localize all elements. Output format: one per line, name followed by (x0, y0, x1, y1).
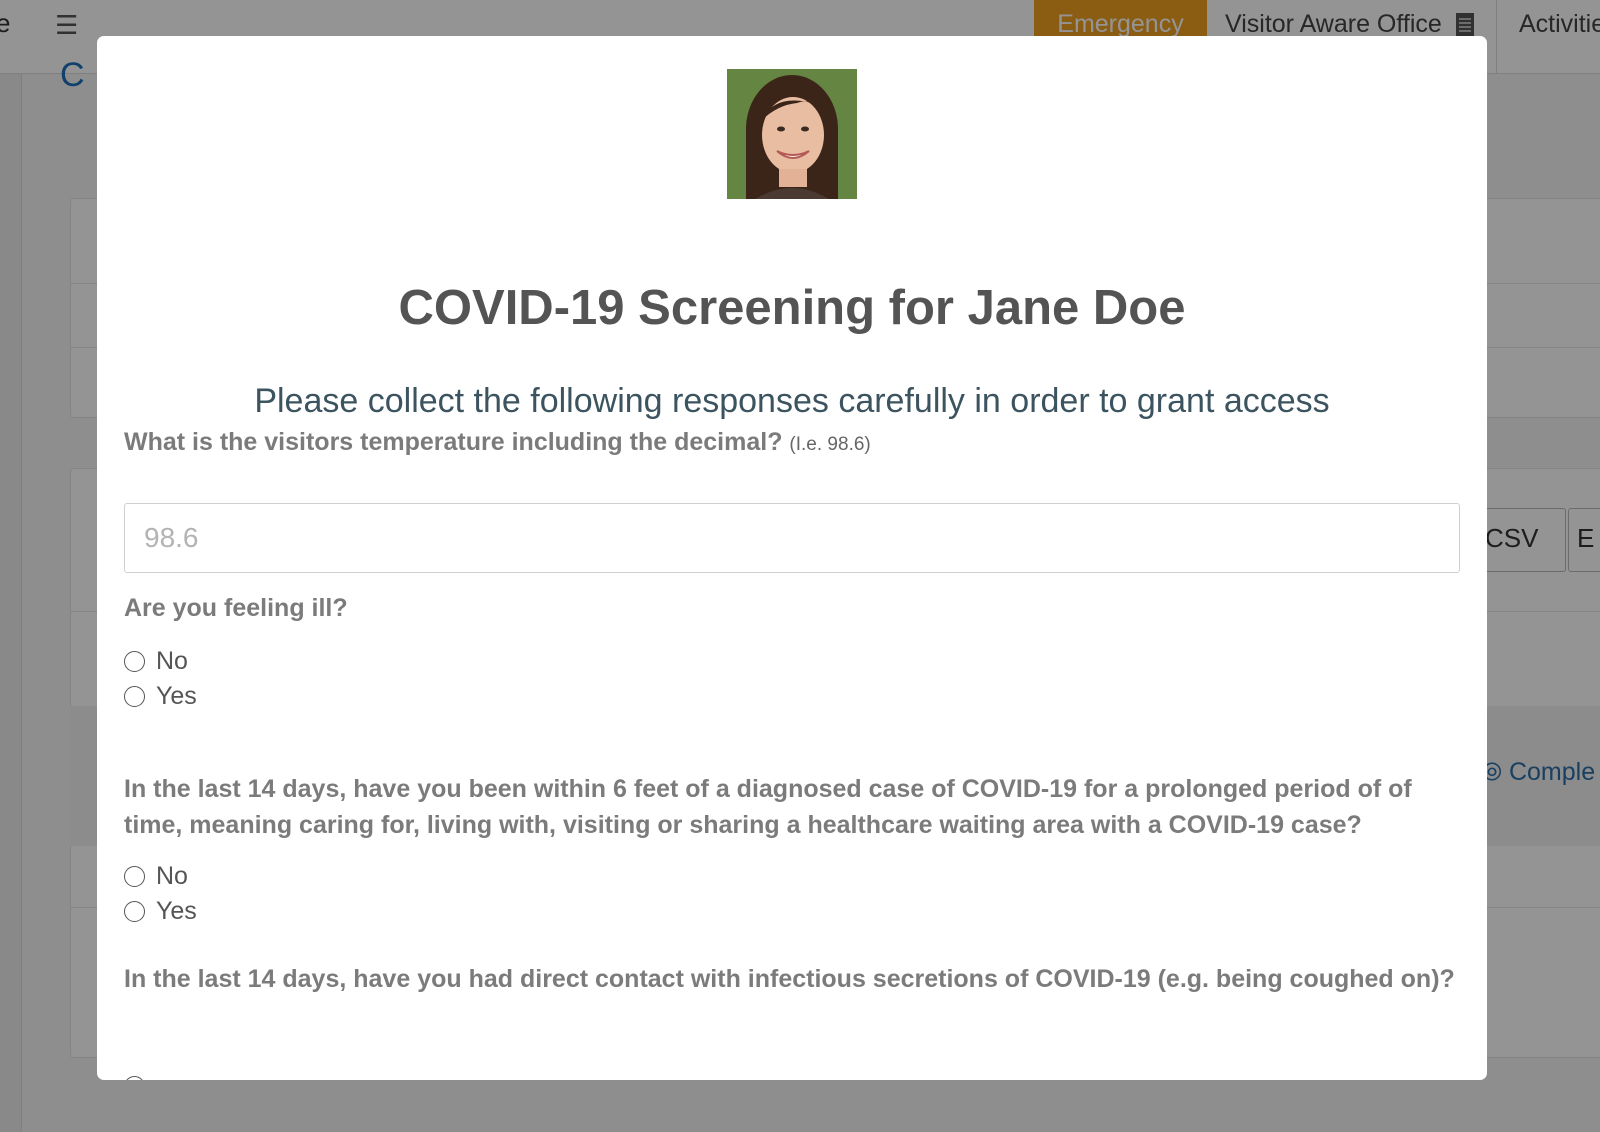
radio-option-no[interactable]: No (124, 861, 188, 891)
screening-modal: COVID-19 Screening for Jane Doe Please c… (97, 36, 1487, 1080)
radio-button[interactable] (124, 650, 145, 672)
modal-title: COVID-19 Screening for Jane Doe (398, 281, 1186, 335)
question-close-contact: In the last 14 days, have you been withi… (124, 775, 1412, 839)
temperature-input[interactable] (124, 503, 1460, 573)
question-secretions: In the last 14 days, have you had direct… (124, 965, 1455, 993)
radio-button[interactable] (124, 685, 145, 707)
radio-button[interactable] (124, 900, 145, 922)
modal-subtitle: Please collect the following responses c… (254, 382, 1330, 420)
radio-option-yes[interactable]: Yes (124, 896, 197, 926)
question-hint: (I.e. 98.6) (789, 434, 871, 455)
radio-button[interactable] (124, 865, 145, 887)
visitor-avatar (727, 69, 857, 199)
radio-label: Yes (156, 681, 197, 710)
question-label: What is the visitors temperature includi… (124, 428, 783, 456)
radio-button[interactable] (124, 1076, 145, 1080)
radio-option-yes[interactable]: Yes (124, 681, 197, 711)
radio-label: No (156, 646, 188, 675)
radio-label: Yes (156, 896, 197, 925)
question-feeling-ill: Are you feeling ill? (124, 594, 348, 622)
radio-label: No (156, 861, 188, 890)
question-temperature: What is the visitors temperature includi… (124, 424, 1460, 463)
radio-option-no[interactable]: No (124, 646, 188, 676)
